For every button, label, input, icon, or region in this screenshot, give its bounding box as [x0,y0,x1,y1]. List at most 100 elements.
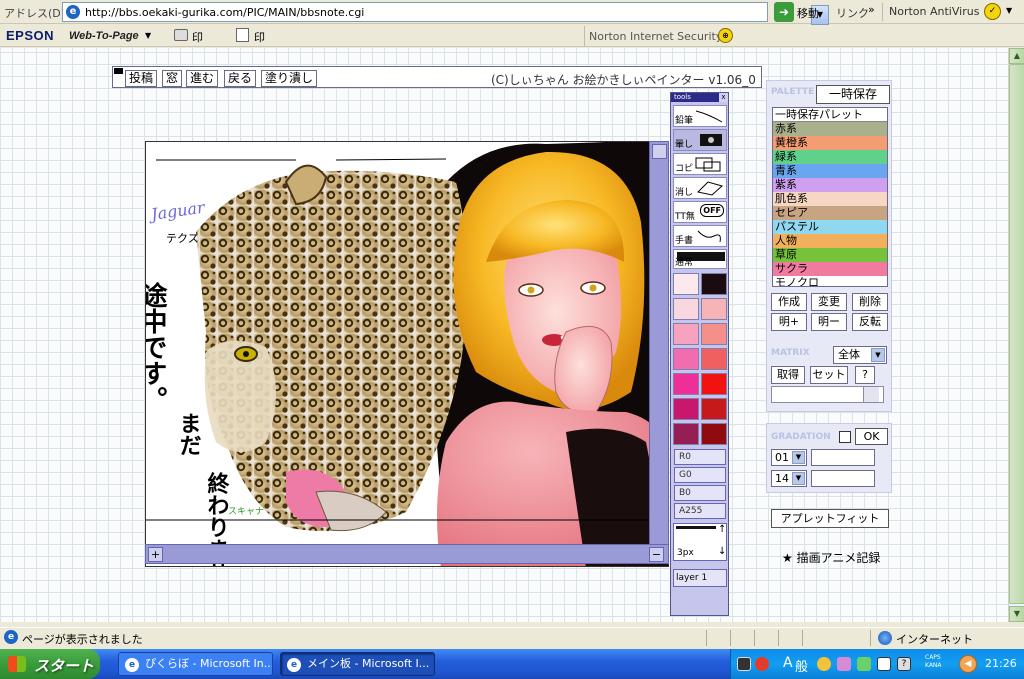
tool-blur[interactable]: 暈し [673,129,727,151]
ime-icon[interactable] [755,657,769,671]
color-swatch[interactable] [701,298,727,320]
scroll-up-icon[interactable]: ▲ [1009,48,1024,64]
palette-item[interactable]: 青系 [773,164,887,178]
tool-freehand[interactable]: 手書 [673,225,727,247]
gradation-start-select[interactable]: 01 ▼ [771,449,807,466]
go-arrow-icon[interactable]: ➜ [774,2,794,22]
color-swatch[interactable] [701,348,727,370]
applet-fit-button[interactable]: アプレットフィット [771,509,889,528]
palette-item[interactable]: モノクロ [773,276,887,286]
palette-darken-button[interactable]: 明ー [811,313,847,331]
gradation-start-color[interactable] [811,449,875,466]
ime-pad-icon[interactable] [817,657,831,671]
color-swatch[interactable] [673,373,699,395]
palette-item[interactable]: 紫系 [773,178,887,192]
zoom-in-icon[interactable]: + [148,547,163,562]
tools-close-icon[interactable]: x [719,93,728,102]
ime-mode-a[interactable]: A [783,655,793,671]
red-slider[interactable]: R0 [674,449,726,465]
color-swatch[interactable] [701,373,727,395]
ime-settings-icon[interactable] [877,657,891,671]
palette-item[interactable]: 一時保存パレット [773,108,887,122]
taskbar-item-main-board[interactable]: e メイン板 - Microsoft I... [280,652,435,676]
palette-delete-button[interactable]: 削除 [852,293,888,311]
links-chevron-icon[interactable]: » [868,3,875,16]
pen-size-box[interactable]: ↑ ↓ 3px [673,523,727,561]
palette-change-button[interactable]: 変更 [811,293,847,311]
matrix-help-button[interactable]: ? [855,366,875,384]
palette-create-button[interactable]: 作成 [771,293,807,311]
canvas-vertical-scrollbar[interactable] [649,141,669,545]
animation-record-label[interactable]: ★ 描画アニメ記録 [782,549,880,566]
palette-item[interactable]: 黄橙系 [773,136,887,150]
menu-fill-button[interactable]: 塗り潰し [261,70,318,87]
pen-size-up-icon[interactable]: ↑ [718,524,726,535]
address-url[interactable]: http://bbs.oekaki-gurika.com/PIC/MAIN/bb… [85,6,364,19]
ime-dictionary-icon[interactable] [857,657,871,671]
pen-size-down-icon[interactable]: ↓ [718,546,726,557]
gradation-end-color[interactable] [811,470,875,487]
color-swatch[interactable] [701,273,727,295]
norton-antivirus-icon[interactable]: ✓ [984,3,1001,20]
palette-item[interactable]: セピア [773,206,887,220]
palette-invert-button[interactable]: 反転 [852,313,888,331]
palette-item[interactable]: 緑系 [773,150,887,164]
scroll-down-icon[interactable]: ▼ [1009,606,1024,622]
scroll-thumb[interactable] [1009,64,1024,604]
web-to-page-button[interactable]: Web-To-Page [69,30,139,42]
menu-redo-button[interactable]: 進む [186,70,219,87]
ime-tool-icon[interactable] [837,657,851,671]
page-scrollbar[interactable]: ▲ ▼ [1008,48,1024,622]
matrix-spinner[interactable] [863,387,879,402]
norton-internet-security-icon[interactable]: ⊕ [718,28,733,43]
links-button[interactable]: リンク [836,5,869,21]
matrix-set-button[interactable]: セット [810,366,848,384]
norton-dropdown-icon[interactable]: ▼ [1006,6,1012,15]
keyboard-icon[interactable] [737,657,751,671]
ime-mode-kanji[interactable]: 般 [795,656,808,675]
palette-item[interactable]: 赤系 [773,122,887,136]
zoom-out-icon[interactable]: − [649,547,664,562]
tool-pencil[interactable]: 鉛筆 [673,105,727,127]
web-to-page-dropdown-icon[interactable]: ▼ [145,31,151,40]
green-slider[interactable]: G0 [674,467,726,483]
gradation-checkbox[interactable] [839,431,851,443]
palette-brighten-button[interactable]: 明+ [771,313,807,331]
color-swatch[interactable] [701,423,727,445]
tool-eraser[interactable]: 消し [673,177,727,199]
color-swatch[interactable] [701,323,727,345]
start-button[interactable]: スタート [0,649,100,679]
color-swatch[interactable] [673,398,699,420]
color-swatch[interactable] [673,298,699,320]
tool-normal-mode[interactable]: 通常 [673,249,727,269]
tool-antialias[interactable]: TT無 OFF [673,201,727,223]
blue-slider[interactable]: B0 [674,485,726,501]
gradation-end-select[interactable]: 14 ▼ [771,470,807,487]
color-swatch[interactable] [673,423,699,445]
gradation-ok-button[interactable]: OK [855,428,888,445]
help-icon[interactable]: ? [897,657,911,671]
matrix-select[interactable]: 全体 ▼ [833,346,887,364]
canvas-scroll-button[interactable] [652,144,667,159]
color-swatch[interactable] [701,398,727,420]
taskbar-item-picrabo[interactable]: e ぴくらぼ - Microsoft In... [118,652,273,676]
matrix-get-button[interactable]: 取得 [771,366,805,384]
palette-item[interactable]: パステル [773,220,887,234]
menu-window-button[interactable]: 窓 [162,70,183,87]
palette-list[interactable]: 一時保存パレット 赤系 黄橙系 緑系 青系 紫系 肌色系 セピア パステル 人物 草原 サクラ モノクロ [772,107,888,287]
address-input[interactable]: e http://bbs.oekaki-gurika.com/PIC/MAIN/… [62,2,829,25]
palette-item[interactable]: サクラ [773,262,887,276]
menu-undo-button[interactable]: 戻る [224,70,257,87]
palette-item[interactable]: 人物 [773,234,887,248]
color-swatch[interactable] [673,348,699,370]
canvas-horizontal-scrollbar[interactable]: + − [145,544,669,564]
color-swatch[interactable] [673,273,699,295]
palette-item[interactable]: 肌色系 [773,192,887,206]
temp-save-button[interactable]: 一時保存 [816,85,890,104]
drawing-canvas[interactable]: Jaguar テクス 途中です。 まだ 終わりません。 スキャナ [145,141,669,567]
tool-copy[interactable]: コピ [673,153,727,175]
palette-item[interactable]: 草原 [773,248,887,262]
layer-selector[interactable]: layer 1 [673,569,727,587]
color-swatch[interactable] [673,323,699,345]
menu-post-button[interactable]: 投稿 [125,70,158,87]
